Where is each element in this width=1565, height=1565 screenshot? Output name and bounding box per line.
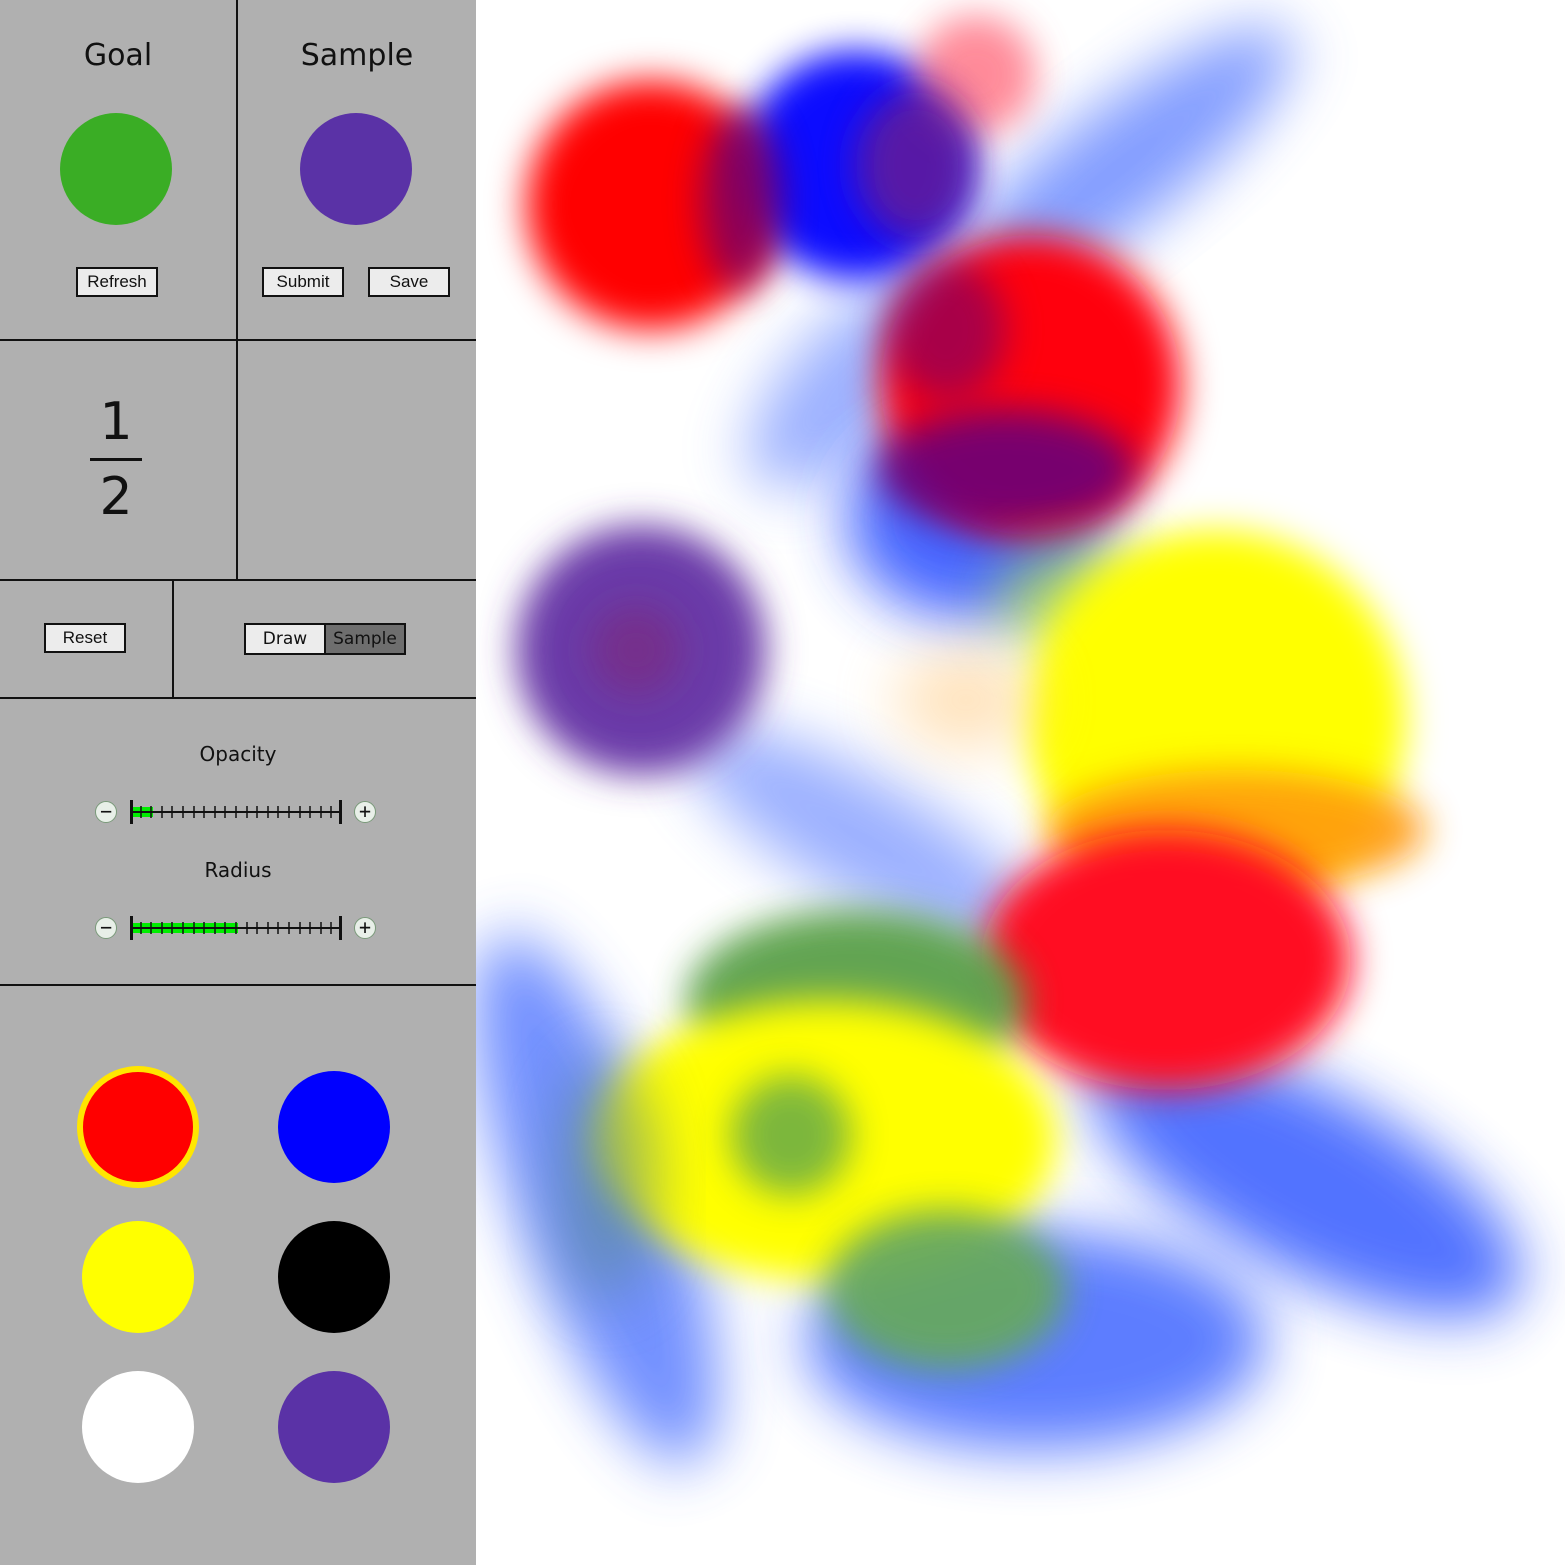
paint-stroke	[981, 830, 1351, 1090]
sample-heading: Sample	[300, 38, 414, 73]
paint-stroke	[556, 1060, 656, 1300]
paint-stroke	[886, 260, 1006, 400]
paint-stroke	[701, 110, 781, 290]
palette-color-purple[interactable]	[278, 1371, 390, 1483]
divider	[172, 580, 174, 698]
paint-stroke	[731, 1075, 851, 1195]
paint-stroke	[896, 650, 1036, 750]
painting-canvas[interactable]	[476, 0, 1565, 1565]
progress-denominator: 2	[99, 467, 133, 527]
opacity-increase-button[interactable]: +	[354, 801, 376, 823]
goal-heading: Goal	[83, 38, 153, 73]
opacity-slider[interactable]	[130, 800, 342, 824]
radius-increase-button[interactable]: +	[354, 917, 376, 939]
palette-color-white[interactable]	[82, 1371, 194, 1483]
divider	[0, 984, 476, 986]
radius-label: Radius	[204, 858, 272, 882]
palette-color-blue[interactable]	[278, 1071, 390, 1183]
mode-draw-option[interactable]: Draw	[246, 625, 324, 653]
radius-slider-ticks	[140, 922, 332, 934]
radius-slider-min-end	[130, 916, 133, 940]
paint-stroke	[826, 1210, 1066, 1370]
opacity-label: Opacity	[199, 742, 277, 766]
radius-slider-max-end	[339, 916, 342, 940]
palette-color-yellow[interactable]	[82, 1221, 194, 1333]
opacity-slider-ticks	[140, 806, 332, 818]
palette-color-black[interactable]	[278, 1221, 390, 1333]
divider	[0, 697, 476, 699]
paint-stroke	[876, 410, 1136, 530]
divider	[236, 0, 238, 580]
divider	[0, 339, 476, 341]
submit-button[interactable]: Submit	[262, 267, 344, 297]
divider	[0, 579, 476, 581]
progress-numerator: 1	[99, 392, 133, 452]
progress-fraction: 1 2	[70, 390, 162, 529]
sample-color-swatch	[300, 113, 412, 225]
paint-stroke	[591, 605, 681, 695]
refresh-button[interactable]: Refresh	[76, 267, 158, 297]
fraction-bar	[90, 458, 142, 461]
control-panel: Goal Refresh Sample Submit Save 1 2 Rese…	[0, 0, 476, 1565]
reset-button[interactable]: Reset	[44, 623, 126, 653]
palette-color-red[interactable]	[77, 1066, 199, 1188]
paint-stroke	[856, 90, 976, 240]
opacity-decrease-button[interactable]: −	[95, 801, 117, 823]
mode-toggle: Draw Sample	[244, 623, 406, 655]
radius-decrease-button[interactable]: −	[95, 917, 117, 939]
goal-color-swatch	[60, 113, 172, 225]
opacity-slider-max-end	[339, 800, 342, 824]
save-button[interactable]: Save	[368, 267, 450, 297]
radius-slider[interactable]	[130, 916, 342, 940]
mode-sample-option[interactable]: Sample	[324, 625, 404, 653]
opacity-slider-min-end	[130, 800, 133, 824]
